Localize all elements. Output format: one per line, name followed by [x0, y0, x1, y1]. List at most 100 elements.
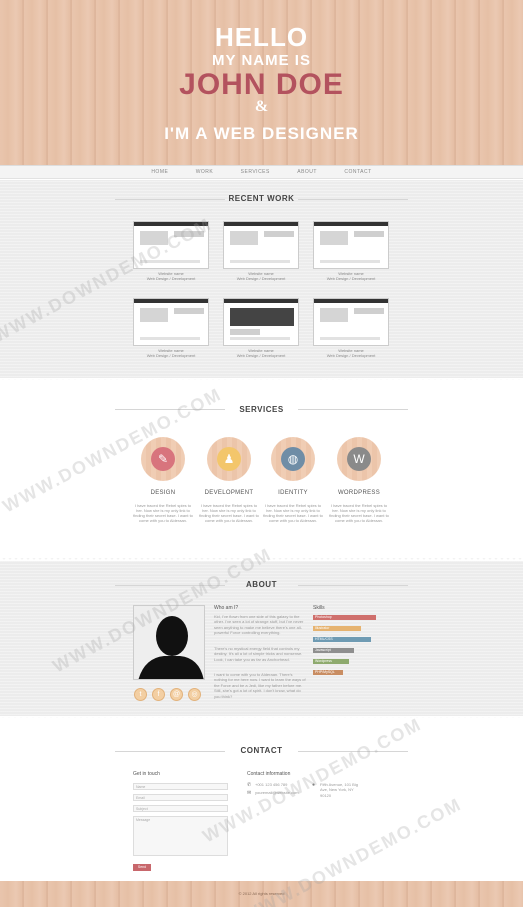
work-thumbnail[interactable]: [223, 298, 299, 346]
service-description: I have traced the Rebel spies to her. No…: [199, 503, 259, 523]
work-category: Web Design / Development: [326, 353, 376, 358]
thumbnail-block: [174, 308, 204, 314]
thumbnail-block: [320, 231, 348, 245]
thumbnail-block: [140, 337, 200, 340]
skill-bar: Photoshop: [313, 615, 376, 620]
hero-my-name-is: MY NAME IS: [212, 52, 311, 69]
phone-icon: ✆: [247, 782, 252, 788]
service-description: I have traced the Rebel spies to her. No…: [133, 503, 193, 523]
skill-bar: Javascript: [313, 648, 354, 653]
contact-email[interactable]: youremail@website.com: [255, 790, 299, 795]
copyright-text: © 2012 All rights reserved: [238, 891, 285, 896]
thumbnail-block: [354, 231, 384, 237]
watermark: WWW.DOWNDEMO.COM: [0, 383, 226, 517]
service-name: IDENTITY: [278, 490, 308, 496]
silhouette-image: [134, 606, 204, 679]
send-button[interactable]: Send: [133, 864, 151, 871]
divider: [0, 716, 523, 722]
thumbnail-header: [314, 222, 388, 226]
globe-icon: ◍: [281, 447, 305, 471]
service-name: DESIGN: [150, 490, 176, 496]
thumbnail-block: [230, 308, 294, 326]
work-category: Web Design / Development: [236, 276, 286, 281]
thumbnail-header: [224, 299, 298, 303]
nav-home[interactable]: HOME: [151, 166, 168, 178]
nav-work[interactable]: WORK: [196, 166, 214, 178]
thumbnail-block: [140, 308, 168, 322]
skill-bar: PHP/MySQL: [313, 670, 343, 675]
email-icon[interactable]: @: [170, 688, 183, 701]
service-name: DEVELOPMENT: [204, 490, 254, 496]
message-field[interactable]: Message: [133, 816, 228, 856]
phone-number: +001 123 456 789: [255, 782, 288, 787]
thumbnail-block: [320, 308, 348, 322]
dribbble-icon[interactable]: ◎: [188, 688, 201, 701]
services-title: SERVICES: [239, 405, 284, 414]
divider: [0, 555, 523, 561]
profile-photo: [133, 605, 205, 680]
work-thumbnail[interactable]: [133, 298, 209, 346]
thumbnail-header: [134, 222, 208, 226]
nav-services[interactable]: SERVICES: [241, 166, 270, 178]
work-thumbnail[interactable]: [313, 298, 389, 346]
who-am-i-heading: Who am I?: [214, 605, 239, 611]
skill-bar: Wordpress: [313, 659, 349, 664]
nav-contact[interactable]: CONTACT: [344, 166, 371, 178]
work-thumbnail[interactable]: [223, 221, 299, 269]
watermark: WWW.DOWNDEMO.COM: [199, 713, 426, 847]
contact-info-heading: Contact information: [247, 771, 291, 777]
thumbnail-block: [140, 231, 168, 245]
work-thumbnail[interactable]: [133, 221, 209, 269]
thumbnail-block: [230, 329, 260, 335]
skill-bar: HTML/CSS: [313, 637, 371, 642]
thumbnail-block: [264, 231, 294, 237]
service-badge: ◍: [271, 437, 315, 481]
hero-ampersand: &: [254, 98, 269, 115]
about-paragraph-3: I want to come with you to Alderaan. The…: [214, 672, 306, 699]
work-category: Web Design / Development: [326, 276, 376, 281]
thumbnail-block: [230, 337, 290, 340]
about-paragraph-1: Kid, I've flown from one side of this ga…: [214, 614, 304, 636]
divider: [0, 378, 523, 384]
thumbnail-block: [174, 231, 204, 237]
skills-heading: Skills: [313, 605, 325, 611]
thumbnail-block: [320, 337, 380, 340]
about-paragraph-2: There's no mystical energy field that co…: [214, 646, 303, 662]
contact-title: CONTACT: [240, 746, 283, 755]
hero-role: I'M A WEB DESIGNER: [164, 124, 359, 143]
thumbnail-block: [354, 308, 384, 314]
brush-icon: ✎: [151, 447, 175, 471]
work-category: Web Design / Development: [146, 353, 196, 358]
nav-about[interactable]: ABOUT: [297, 166, 317, 178]
service-description: I have traced the Rebel spies to her. No…: [263, 503, 323, 523]
facebook-icon[interactable]: f: [152, 688, 165, 701]
hero-name: JOHN DOE: [179, 68, 344, 101]
thumbnail-block: [320, 260, 380, 263]
service-badge: W: [337, 437, 381, 481]
about-title: ABOUT: [246, 580, 277, 589]
wordpress-icon: W: [347, 447, 371, 471]
name-field[interactable]: Name: [133, 783, 228, 790]
thumbnail-block: [230, 231, 258, 245]
service-badge: ♟: [207, 437, 251, 481]
footer: © 2012 All rights reserved: [0, 881, 523, 907]
thumbnail-header: [224, 222, 298, 226]
recent-work-title: RECENT WORK: [228, 194, 295, 203]
thumbnail-block: [140, 260, 200, 263]
twitter-icon[interactable]: t: [134, 688, 147, 701]
service-name: WORDPRESS: [337, 490, 381, 496]
get-in-touch-heading: Get in touch: [133, 771, 160, 777]
contact-address: Fifth Avenue, 101 Big Ave, New York, NY …: [320, 782, 358, 798]
location-icon: ●: [312, 782, 316, 788]
subject-field[interactable]: Subject: [133, 805, 228, 812]
hero-banner: HELLO MY NAME IS JOHN DOE & I'M A WEB DE…: [0, 0, 523, 165]
work-thumbnail[interactable]: [313, 221, 389, 269]
skill-bar: Illustrator: [313, 626, 361, 631]
email-field[interactable]: Email: [133, 794, 228, 801]
thumbnail-block: [230, 260, 290, 263]
service-description: I have traced the Rebel spies to her. No…: [329, 503, 389, 523]
thumbnail-header: [314, 299, 388, 303]
work-category: Web Design / Development: [236, 353, 286, 358]
service-badge: ✎: [141, 437, 185, 481]
hero-hello: HELLO: [214, 22, 309, 52]
